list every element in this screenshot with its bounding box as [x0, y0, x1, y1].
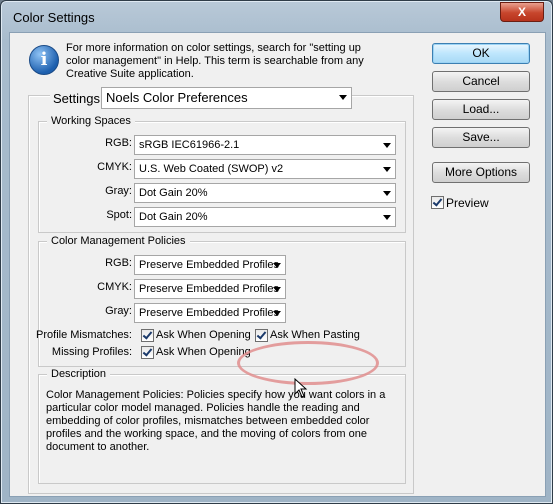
ask-when-pasting-checkbox[interactable] [255, 329, 268, 342]
missing-ask-when-opening-checkbox[interactable] [141, 346, 154, 359]
policy-gray-label: Gray: [105, 305, 132, 317]
chevron-down-icon [273, 263, 281, 268]
chevron-down-icon [383, 215, 391, 220]
policy-rgb-label: RGB: [105, 257, 132, 269]
cancel-button[interactable]: Cancel [432, 71, 530, 92]
ws-spot-dropdown[interactable]: Dot Gain 20% [134, 207, 396, 227]
profile-mismatches-label: Profile Mismatches: [36, 329, 132, 341]
chevron-down-icon [339, 95, 347, 100]
dialog-body: i For more information on color settings… [9, 32, 546, 497]
description-title: Description [47, 367, 111, 381]
close-button[interactable]: X [500, 2, 544, 22]
chevron-down-icon [383, 167, 391, 172]
policy-cmyk-dropdown[interactable]: Preserve Embedded Profiles [134, 279, 286, 299]
chevron-down-icon [273, 311, 281, 316]
description-text: Color Management Policies: Policies spec… [46, 389, 386, 453]
ask-when-pasting-label: Ask When Pasting [270, 329, 360, 341]
policy-rgb-value: Preserve Embedded Profiles [139, 259, 280, 271]
chevron-down-icon [273, 287, 281, 292]
title-bar[interactable]: Color Settings X [1, 1, 552, 33]
annotation-highlight-ellipse [237, 341, 379, 385]
policy-gray-dropdown[interactable]: Preserve Embedded Profiles [134, 303, 286, 323]
settings-dropdown-value: Noels Color Preferences [106, 90, 248, 105]
ws-rgb-dropdown[interactable]: sRGB IEC61966-2.1 [134, 135, 396, 155]
info-icon: i [29, 45, 59, 75]
ws-cmyk-value: U.S. Web Coated (SWOP) v2 [139, 163, 284, 175]
save-button[interactable]: Save... [432, 127, 530, 148]
ws-gray-label: Gray: [105, 185, 132, 197]
chevron-down-icon [383, 191, 391, 196]
ws-rgb-value: sRGB IEC61966-2.1 [139, 139, 240, 151]
ok-button[interactable]: OK [432, 43, 530, 64]
load-button[interactable]: Load... [432, 99, 530, 120]
working-spaces-title: Working Spaces [47, 114, 135, 128]
chevron-down-icon [383, 143, 391, 148]
ws-spot-value: Dot Gain 20% [139, 211, 208, 223]
preview-checkbox[interactable] [431, 196, 444, 209]
ws-cmyk-dropdown[interactable]: U.S. Web Coated (SWOP) v2 [134, 159, 396, 179]
policy-cmyk-label: CMYK: [97, 281, 132, 293]
window-title: Color Settings [13, 10, 95, 25]
settings-label: Settings: [50, 91, 107, 106]
policy-gray-value: Preserve Embedded Profiles [139, 307, 280, 319]
missing-profiles-label: Missing Profiles: [51, 346, 132, 358]
policies-title: Color Management Policies [47, 234, 190, 248]
ws-rgb-label: RGB: [105, 137, 132, 149]
settings-dropdown[interactable]: Noels Color Preferences [101, 87, 352, 109]
close-icon: X [517, 5, 526, 19]
ask-when-opening-checkbox[interactable] [141, 329, 154, 342]
preview-label: Preview [446, 196, 489, 210]
ask-when-opening-label: Ask When Opening [156, 329, 251, 341]
policy-rgb-dropdown[interactable]: Preserve Embedded Profiles [134, 255, 286, 275]
ws-cmyk-label: CMYK: [97, 161, 132, 173]
info-text: For more information on color settings, … [66, 42, 364, 80]
ws-gray-value: Dot Gain 20% [139, 187, 208, 199]
mouse-cursor-icon [294, 378, 308, 398]
policy-cmyk-value: Preserve Embedded Profiles [139, 283, 280, 295]
ws-gray-dropdown[interactable]: Dot Gain 20% [134, 183, 396, 203]
missing-ask-when-opening-label: Ask When Opening [156, 346, 251, 358]
more-options-button[interactable]: More Options [432, 162, 530, 183]
color-settings-window: Color Settings X i For more information … [0, 0, 553, 504]
ws-spot-label: Spot: [106, 209, 132, 221]
